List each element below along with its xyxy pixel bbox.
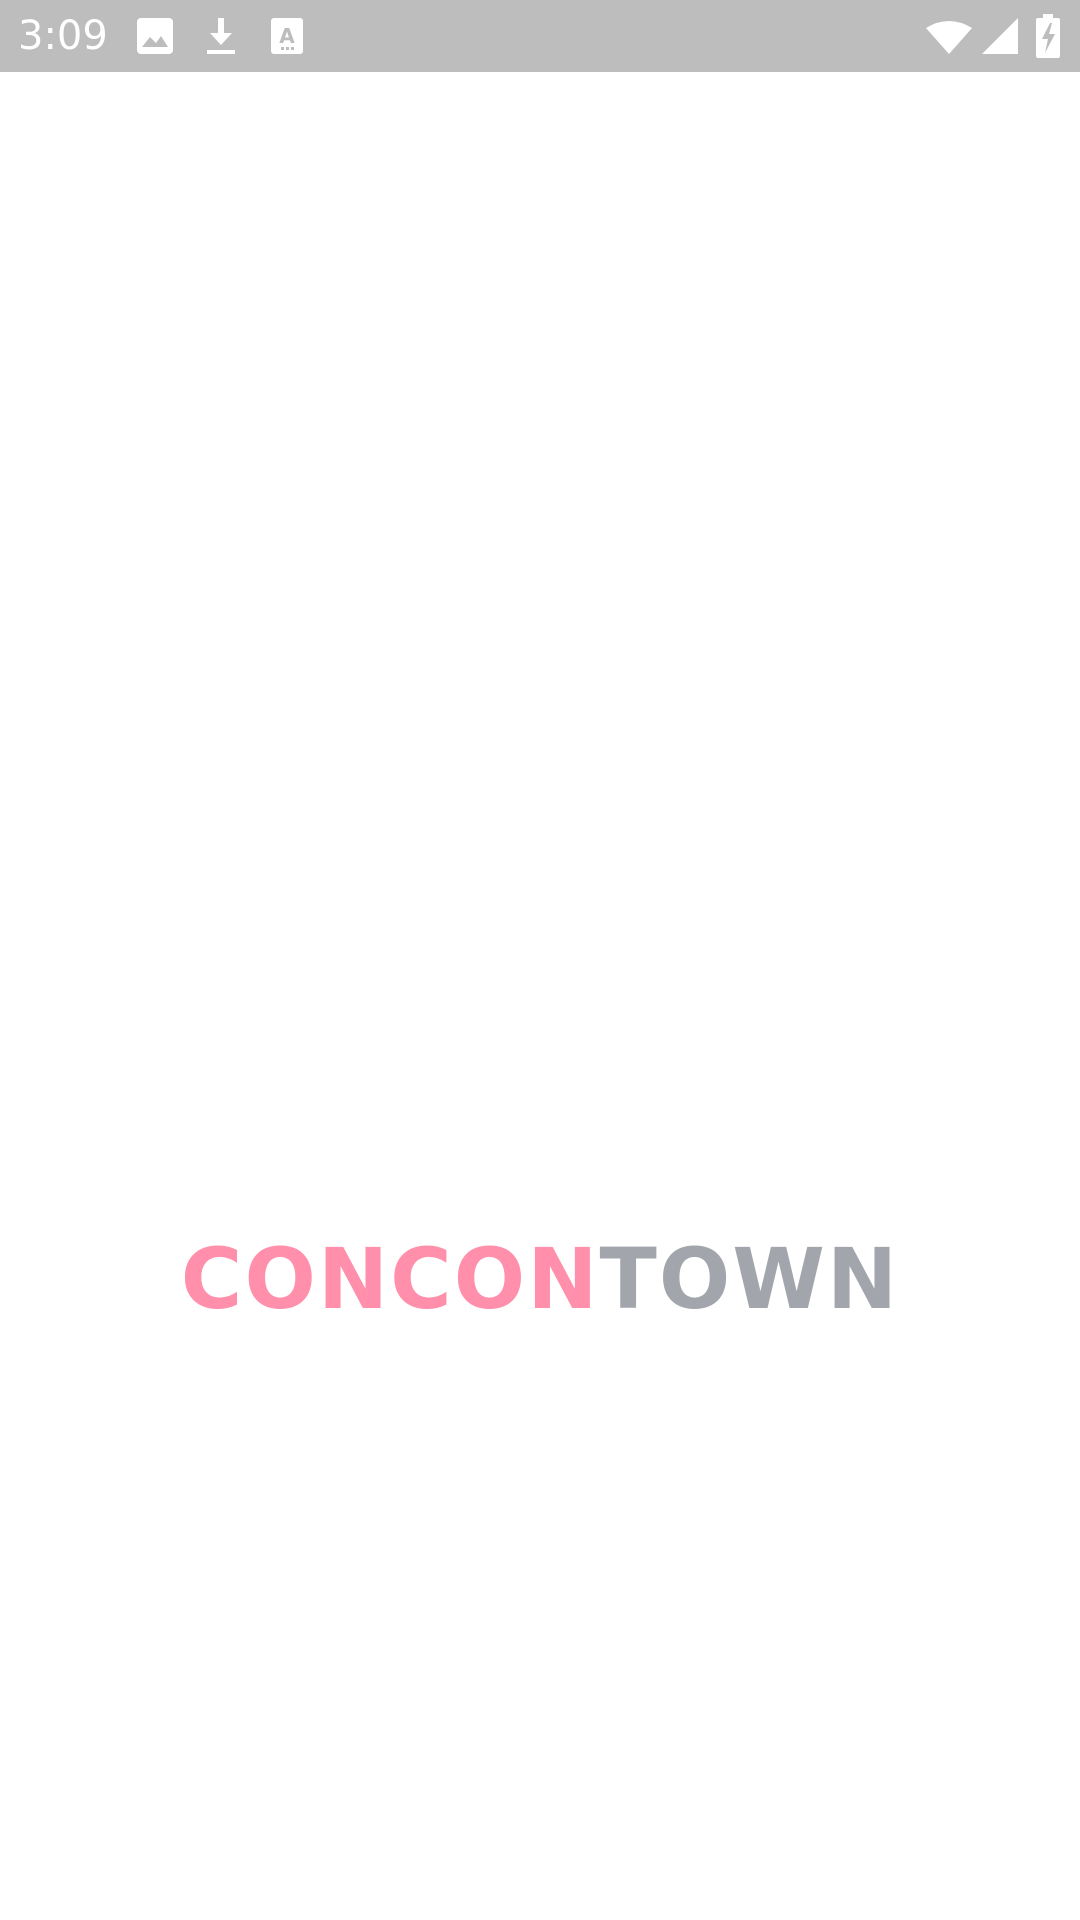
signal-icon <box>980 14 1024 58</box>
download-icon <box>199 14 243 58</box>
logo-text-concon: CONCON <box>180 1230 600 1328</box>
app-logo: CONCONTOWN <box>0 1229 1080 1329</box>
text-recognition-icon: A <box>265 14 309 58</box>
battery-charging-icon <box>1030 14 1066 58</box>
logo-text-town: TOWN <box>599 1230 900 1328</box>
splash-screen <box>0 72 1080 1920</box>
status-time: 3:09 <box>18 13 108 59</box>
status-bar: 3:09 A <box>0 0 1080 72</box>
wifi-icon <box>924 14 974 58</box>
svg-text:A: A <box>279 24 295 48</box>
image-icon <box>133 14 177 58</box>
